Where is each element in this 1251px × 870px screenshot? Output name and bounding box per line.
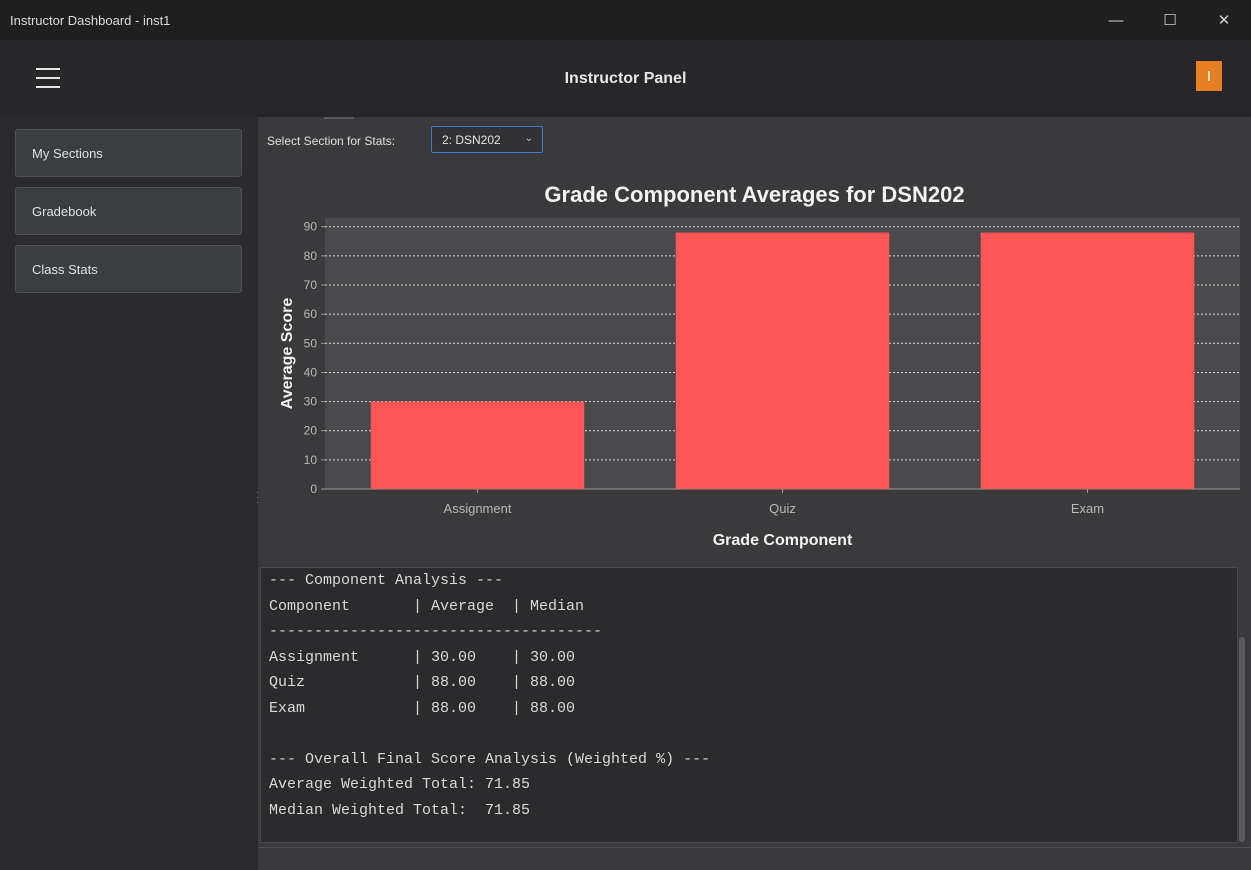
avatar[interactable]: I: [1196, 61, 1222, 91]
y-tick-label: 70: [304, 278, 318, 292]
x-tick-label: Assignment: [444, 501, 512, 516]
section-select-dropdown[interactable]: 2: DSN202 ⌄: [431, 126, 543, 153]
sidebar: My Sections Gradebook Class Stats: [0, 117, 256, 869]
analysis-line: --- Overall Final Score Analysis (Weight…: [269, 750, 711, 768]
y-tick-label: 40: [304, 365, 318, 379]
sidebar-item-class-stats[interactable]: Class Stats: [15, 245, 242, 293]
bar-assignment: [370, 401, 585, 489]
analysis-line: --- Component Analysis ---: [269, 572, 504, 589]
sidebar-item-my-sections[interactable]: My Sections: [15, 129, 242, 177]
divider: [324, 117, 354, 119]
app-header: Instructor Panel I: [0, 40, 1251, 117]
analysis-line: -------------------------------------: [269, 623, 603, 640]
y-tick-label: 10: [304, 453, 318, 467]
section-select-label: Select Section for Stats:: [267, 134, 396, 148]
y-tick-label: 0: [310, 482, 317, 496]
close-button[interactable]: ✕: [1197, 0, 1251, 40]
page-title: Instructor Panel: [564, 70, 687, 87]
bar-chart: Grade Component Averages for DSN202 0 10 2…: [258, 162, 1251, 567]
y-tick-label: 30: [304, 395, 318, 409]
bar-exam: [980, 232, 1195, 489]
bar-quiz: [675, 232, 890, 489]
x-tick-label: Quiz: [769, 501, 796, 516]
window-title: Instructor Dashboard - inst1: [10, 12, 171, 28]
y-axis-label: Average Score: [279, 298, 296, 410]
minimize-button[interactable]: —: [1089, 0, 1143, 40]
y-tick-label: 90: [304, 220, 318, 234]
section-select-value: 2: DSN202: [442, 132, 501, 147]
analysis-line: Component | Average | Median: [269, 597, 585, 615]
sidebar-item-gradebook[interactable]: Gradebook: [15, 187, 242, 235]
y-tick-label: 50: [304, 336, 318, 350]
window-title-bar: Instructor Dashboard - inst1 — ☐ ✕: [0, 0, 1251, 40]
maximize-button[interactable]: ☐: [1143, 0, 1197, 40]
analysis-line: Quiz | 88.00 | 88.00: [269, 674, 576, 691]
vertical-scrollbar[interactable]: [1239, 637, 1245, 842]
x-tick-label: Exam: [1071, 501, 1104, 516]
chart-svg: 0 10 20 30 40 50 60 70 80 90 Assignment Quiz Exam Gra…: [279, 218, 1240, 549]
analysis-line: Median Weighted Total: 71.85: [269, 801, 531, 819]
y-tick-label: 20: [304, 424, 318, 438]
main-panel: Select Section for Stats: 2: DSN202 ⌄ Gr…: [258, 117, 1251, 870]
status-strip: [258, 847, 1251, 870]
analysis-text-area[interactable]: --- Component Analysis --- Component | Av…: [260, 567, 1238, 843]
analysis-line: Exam | 88.00 | 88.00: [269, 699, 576, 717]
x-axis-label: Grade Component: [713, 532, 853, 549]
analysis-line: Assignment | 30.00 | 30.00: [269, 648, 576, 666]
y-tick-label: 60: [304, 307, 318, 321]
y-tick-label: 80: [304, 249, 318, 263]
analysis-line: Average Weighted Total: 71.85: [269, 776, 531, 793]
chevron-down-icon: ⌄: [524, 133, 533, 144]
